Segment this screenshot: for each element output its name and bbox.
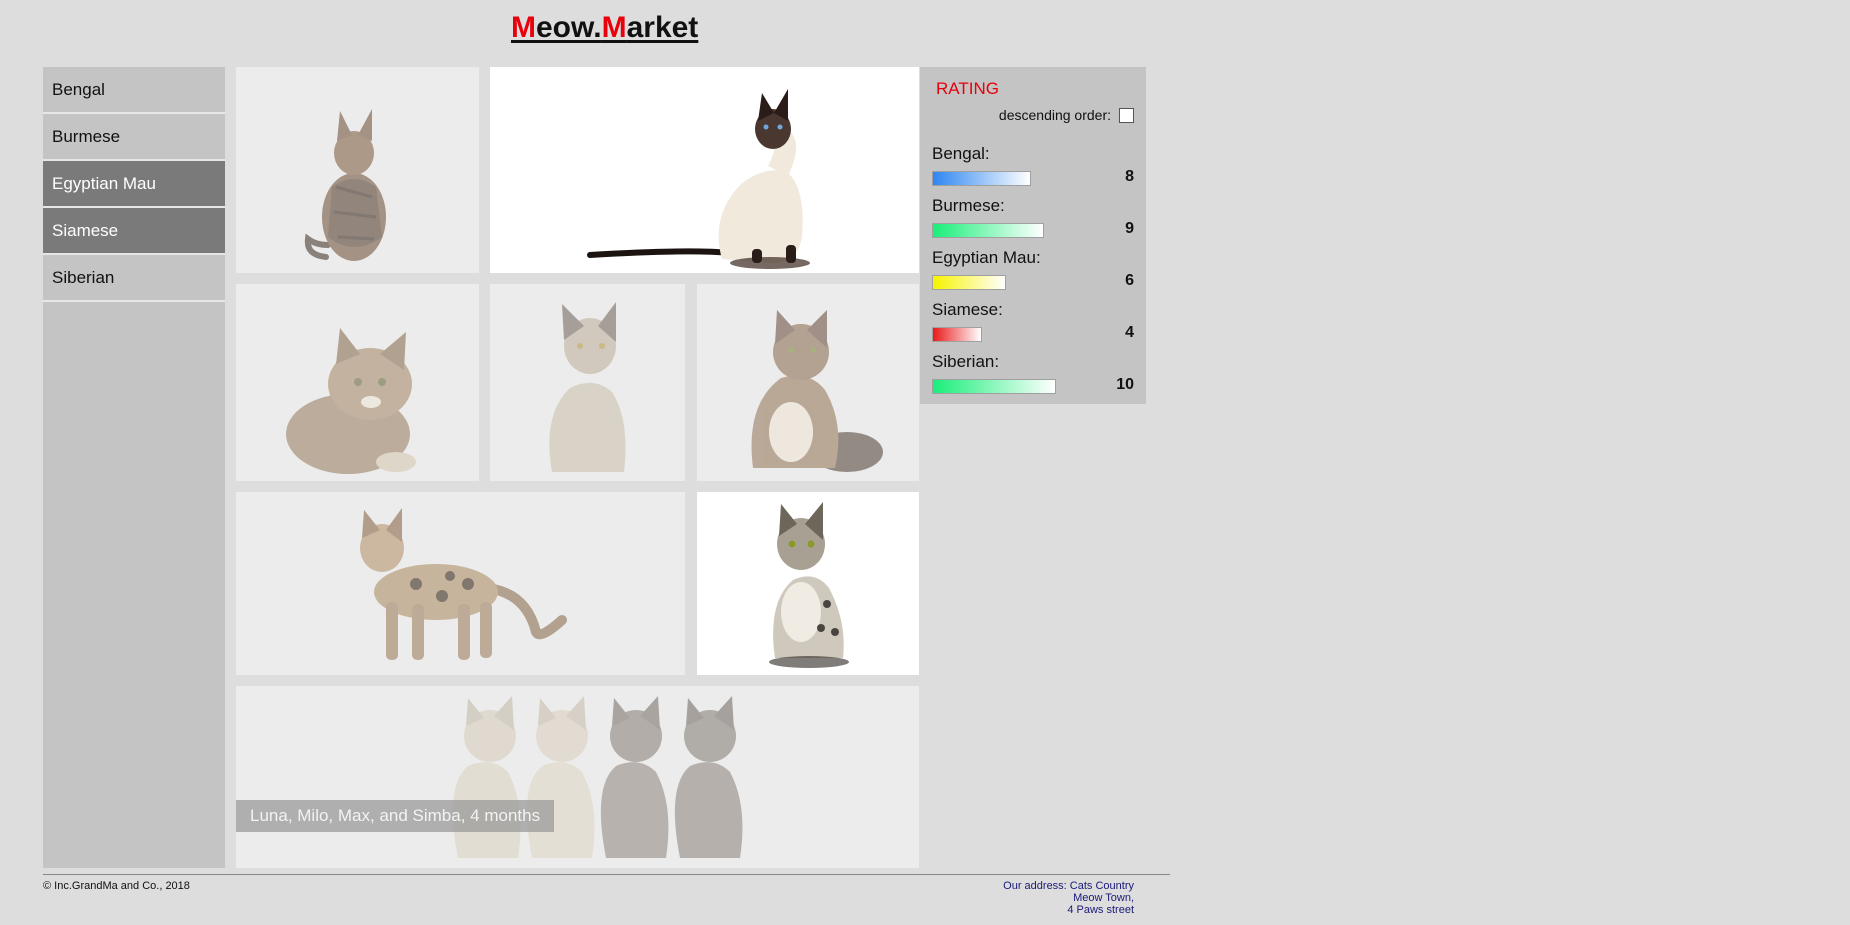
rating-score: 10 [1116,376,1134,393]
cat-image [549,302,626,472]
sidebar-item-burmese[interactable]: Burmese [43,114,225,161]
sidebar-item-label: Egyptian Mau [52,174,156,193]
rating-item-siberian: Siberian: 10 [932,350,1134,396]
cat-photo-kitten[interactable] [236,284,479,481]
cat-image [304,109,386,261]
address-line: 4 Paws street [1067,904,1134,916]
sidebar-item-siberian[interactable]: Siberian [43,255,225,302]
rating-score: 8 [1125,168,1134,185]
address-line: Meow Town, [1073,892,1134,904]
cat-photo-siberian[interactable] [697,284,919,481]
sidebar-item-siamese[interactable]: Siamese [43,208,225,255]
sidebar-item-label: Siamese [52,221,119,240]
descending-order-control: descending order: [999,107,1134,123]
sidebar-item-egyptian-mau[interactable]: Egyptian Mau [43,161,225,208]
footer-divider [43,874,1170,875]
footer-address: Our address: Cats Country Meow Town, 4 P… [1003,880,1134,916]
cat-image [452,696,743,858]
logo-letter-m: M [511,11,536,44]
logo-letter-m: M [601,11,627,44]
logo-text-part: eow. [536,11,602,44]
logo-text-part: arket [626,11,699,44]
descending-order-checkbox[interactable] [1119,107,1134,123]
rating-title: RATING [936,79,999,98]
rating-score: 6 [1125,272,1134,289]
rating-item-egyptian-mau: Egyptian Mau: 6 [932,246,1134,292]
rating-item-name: Egyptian Mau: [932,248,1041,267]
cat-photo-kittens-group[interactable]: Luna, Milo, Max, and Simba, 4 months [236,686,919,868]
rating-score: 9 [1125,220,1134,237]
cat-photo-burmese[interactable] [490,284,685,481]
cat-photo-siamese[interactable] [490,67,919,273]
cat-photo-bengal-back[interactable] [236,67,479,273]
gallery-caption: Luna, Milo, Max, and Simba, 4 months [236,800,555,832]
rating-item-name: Bengal: [932,144,990,163]
rating-item-burmese: Burmese: 9 [932,194,1134,240]
rating-bar [932,171,1031,186]
cat-image [360,508,567,660]
address-line: Our address: Cats Country [1003,880,1134,892]
cat-image [769,502,849,668]
sidebar-item-bengal[interactable]: Bengal [43,67,225,114]
rating-item-bengal: Bengal: 8 [932,142,1134,188]
breed-sidebar: Bengal Burmese Egyptian Mau Siamese Sibe… [43,67,225,868]
cat-image [587,89,810,269]
cat-image [286,328,416,474]
cat-photo-bengal-standing[interactable] [236,492,685,675]
rating-score: 4 [1125,324,1134,341]
site-logo[interactable]: Meow.Market [511,8,698,48]
rating-item-siamese: Siamese: 4 [932,298,1134,344]
rating-item-name: Burmese: [932,196,1005,215]
sidebar-item-label: Burmese [52,127,121,146]
rating-bar [932,327,982,342]
rating-item-name: Siberian: [932,352,1000,371]
descending-order-label: descending order: [998,107,1111,123]
rating-bar [932,379,1056,394]
cat-image [751,310,883,472]
rating-bar [932,223,1044,238]
cat-photo-egyptian-mau[interactable] [697,492,919,675]
rating-item-name: Siamese: [932,300,1003,319]
footer-copyright: © Inc.GrandMa and Co., 2018 [43,880,190,892]
rating-bar [932,275,1006,290]
sidebar-item-label: Siberian [52,268,115,287]
sidebar-item-label: Bengal [52,80,105,99]
rating-panel: RATING descending order: Bengal: 8 Burme… [920,67,1146,404]
